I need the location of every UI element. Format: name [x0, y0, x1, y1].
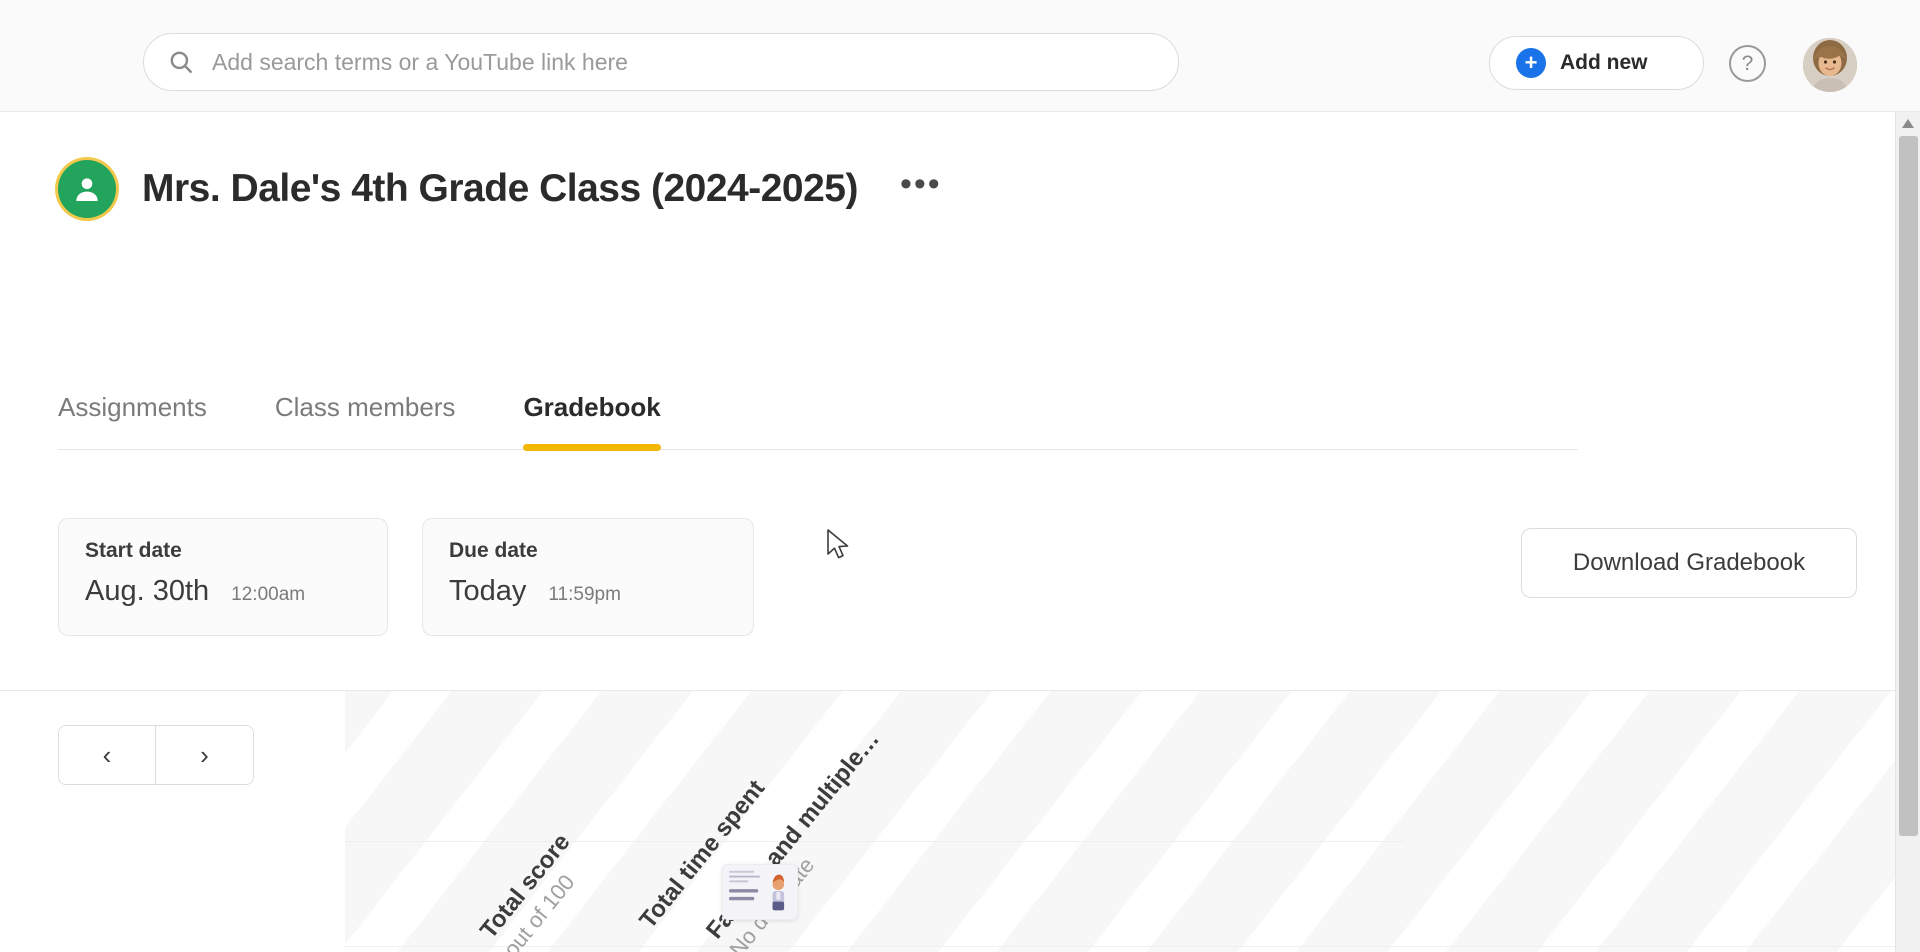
plus-icon: + [1516, 48, 1546, 78]
class-avatar [58, 160, 116, 218]
search-icon [168, 49, 194, 75]
tab-bar: Assignments Class members Gradebook [58, 392, 1578, 451]
main-content: Mrs. Dale's 4th Grade Class (2024-2025) … [0, 112, 1895, 952]
due-date-label: Due date [449, 539, 538, 562]
add-new-button[interactable]: + Add new [1489, 36, 1704, 90]
tab-class-members[interactable]: Class members [275, 392, 456, 449]
class-header: Mrs. Dale's 4th Grade Class (2024-2025) … [58, 160, 942, 218]
person-icon [76, 178, 98, 201]
class-overflow-menu[interactable]: ••• [900, 165, 942, 204]
column-subtitle: No due date [724, 853, 819, 952]
start-date-time: 12:00am [231, 584, 306, 605]
assignment-thumbnail-image [723, 865, 797, 919]
avatar[interactable] [1803, 38, 1857, 92]
start-date-label: Start date [85, 539, 182, 562]
download-gradebook-button[interactable]: Download Gradebook [1521, 528, 1857, 598]
assignment-thumbnail[interactable] [722, 864, 798, 920]
search-input[interactable] [212, 48, 1154, 76]
due-date-time: 11:59pm [548, 584, 621, 605]
scroll-up-button[interactable] [1896, 112, 1920, 134]
tab-gradebook[interactable]: Gradebook [523, 392, 661, 451]
app-root: + Add new ? [0, 0, 1920, 952]
start-date-card[interactable]: Start date Aug. 30th 12:00am [58, 518, 388, 636]
help-icon[interactable]: ? [1729, 45, 1766, 82]
add-new-label: Add new [1560, 51, 1648, 74]
start-date-value: Aug. 30th [85, 575, 210, 607]
tab-assignments[interactable]: Assignments [58, 392, 207, 449]
page-title: Mrs. Dale's 4th Grade Class (2024-2025) [142, 167, 858, 210]
scrollbar-thumb[interactable] [1899, 136, 1918, 836]
help-glyph: ? [1741, 51, 1754, 75]
caret-up-icon [1902, 118, 1914, 128]
date-row: Start date Aug. 30th 12:00am Due date To… [58, 518, 1857, 636]
search-bar[interactable] [143, 33, 1179, 91]
avatar-photo [1803, 38, 1857, 92]
vertical-scrollbar[interactable] [1895, 112, 1920, 952]
due-date-value: Today [449, 575, 527, 607]
top-bar: + Add new ? [0, 0, 1920, 112]
column-header-total-score[interactable]: Total score out of 100 [474, 828, 598, 952]
gradebook-table: ‹ › Total score out of 100 Total time sp… [0, 691, 1895, 952]
due-date-card[interactable]: Due date Today 11:59pm [422, 518, 754, 636]
column-header-row: Total score out of 100 Total time spent … [0, 691, 1895, 952]
